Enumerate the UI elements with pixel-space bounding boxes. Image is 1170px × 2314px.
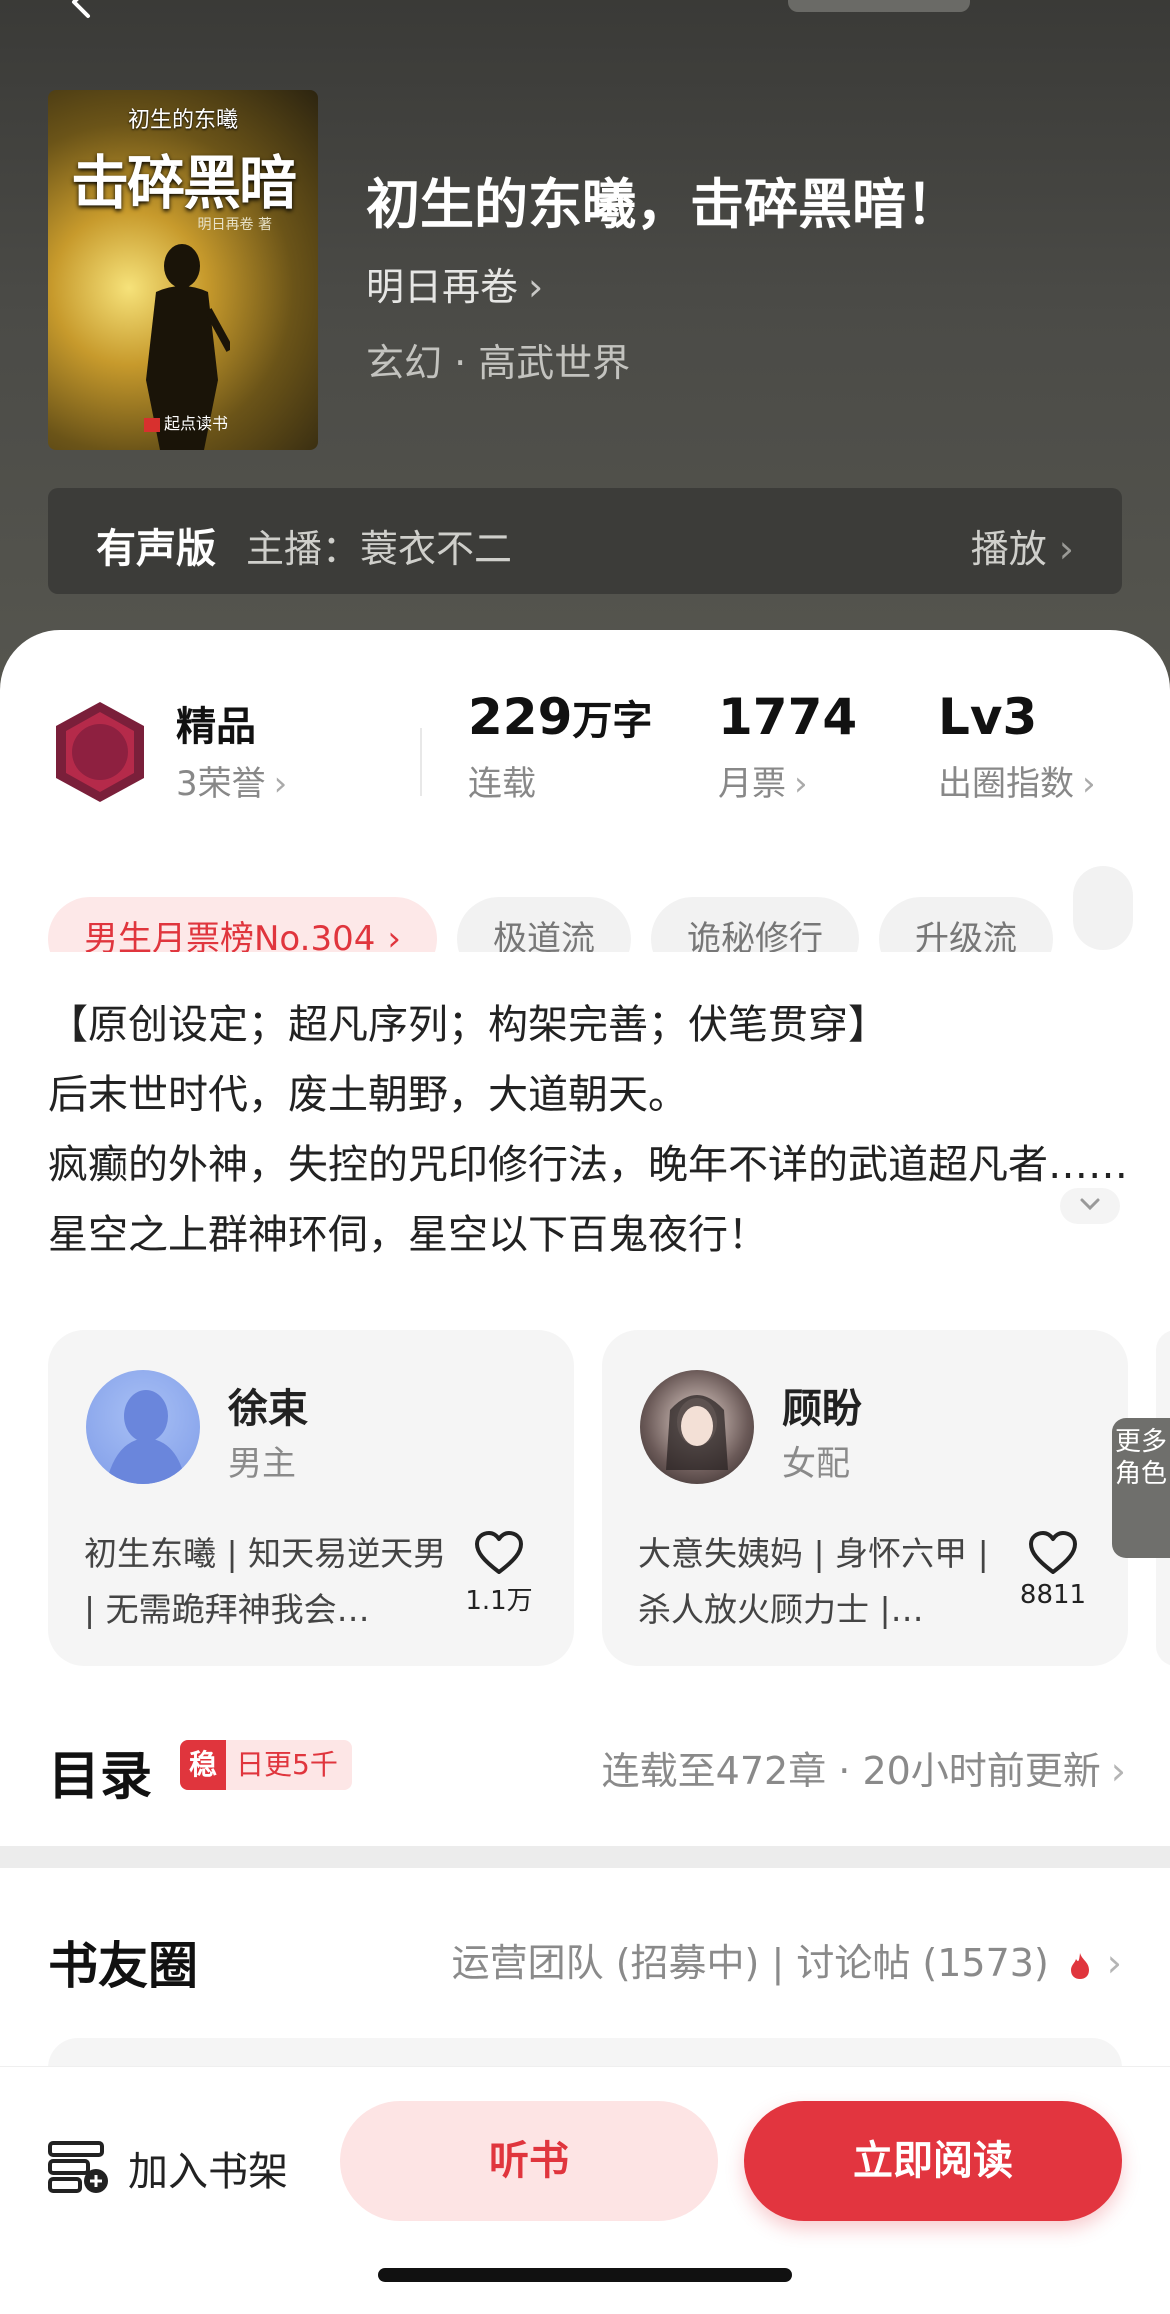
book-genre: 玄幻 · 高武世界 (366, 341, 631, 385)
rank-tag[interactable]: 男生月票榜No.304 › (48, 897, 437, 952)
description-line: 疯癫的外神，失控的咒印修行法，晚年不详的武道超凡者……星空之上群神环伺，星空以下… (48, 1142, 1128, 1258)
quality-title: 精品 (176, 704, 256, 750)
read-now-button[interactable]: 立即阅读 (744, 2101, 1122, 2221)
cover-publisher: 起点读书 (144, 410, 228, 434)
stats-divider (420, 728, 422, 796)
book-header: 初生的东曦 击碎黑暗 明日再卷 著 起点读书 初生的东曦，击碎黑暗！ 明日再卷 ›… (0, 0, 1170, 700)
character-card[interactable]: 徐束 男主 初生东曦 | 知天易逆天男 | 无需跪拜神我会… 1.1万 (48, 1330, 574, 1666)
home-indicator (378, 2268, 792, 2282)
heart-icon (1029, 1531, 1077, 1574)
influence-level: Lv3 (938, 688, 1038, 746)
character-list: 徐束 男主 初生东曦 | 知天易逆天男 | 无需跪拜神我会… 1.1万 顾盼 女… (48, 1330, 1170, 1666)
cover-author: 明日再卷 著 (197, 217, 272, 233)
chevron-right-icon: › (1058, 527, 1074, 571)
author-link[interactable]: 明日再卷 › (366, 256, 543, 311)
tag-item-partial[interactable] (1072, 866, 1133, 950)
publisher-logo-icon (144, 417, 160, 432)
daily-update-badge: 稳日更5千 (180, 1740, 352, 1790)
stable-stamp-icon: 稳 (180, 1740, 226, 1790)
catalog-status-link[interactable]: 连载至472章 · 20小时前更新 › (602, 1740, 1126, 1795)
description-line: 【原创设定；超凡序列；构架完善；伏笔贯穿】 (48, 1002, 888, 1048)
community-title[interactable]: 书友圈 (48, 1926, 198, 1998)
avatar-silhouette-icon (106, 1390, 186, 1484)
fire-icon (1070, 1952, 1089, 1979)
like-button[interactable]: 8811 (1018, 1530, 1088, 1610)
word-count: 229万字 (468, 688, 653, 746)
avatar-portrait-icon (666, 1395, 728, 1470)
character-desc: 大意失姨妈 | 身怀六甲 | 杀人放火顾力士 |… (638, 1534, 989, 1629)
character-role: 男主 (228, 1444, 296, 1484)
character-avatar (640, 1370, 754, 1484)
back-arrow-icon[interactable] (62, 0, 102, 22)
more-roles-button[interactable]: 更多角色 (1112, 1418, 1170, 1558)
audio-play-button[interactable]: 播放 › (971, 518, 1074, 573)
character-name: 顾盼 (782, 1386, 862, 1432)
chevron-right-icon: › (528, 265, 544, 309)
heart-icon (475, 1531, 523, 1574)
audio-host: 主播：蓑衣不二 (246, 527, 513, 571)
character-role: 女配 (782, 1444, 850, 1484)
book-detail-card: 精品 3荣誉 › 229万字 连载 1774 月票 › Lv3 出圈指数 › 男生月票… (0, 630, 1170, 1995)
tag-item[interactable]: 诡秘修行 (650, 897, 859, 952)
stats-row: 精品 3荣誉 › 229万字 连载 1774 月票 › Lv3 出圈指数 › (0, 688, 1170, 810)
honors-link[interactable]: 3荣誉 › (176, 756, 287, 805)
cover-subtitle: 初生的东曦 (127, 108, 238, 133)
tag-row: 男生月票榜No.304 › 极道流 诡秘修行 升级流 (48, 866, 1170, 952)
listen-button[interactable]: 听书 (340, 2101, 718, 2221)
book-title: 初生的东曦，击碎黑暗！ (366, 173, 960, 236)
community-info-link[interactable]: 运营团队 (招募中) | 讨论帖 (1573) › (452, 1932, 1122, 1987)
catalog-title[interactable]: 目录 (48, 1734, 152, 1809)
audio-label: 有声版 (96, 526, 216, 572)
book-cover[interactable]: 初生的东曦 击碎黑暗 明日再卷 著 起点读书 (48, 90, 318, 450)
monthly-ticket-link[interactable]: 月票 › (718, 756, 808, 805)
character-desc: 初生东曦 | 知天易逆天男 | 无需跪拜神我会… (84, 1534, 447, 1629)
chevron-down-icon (1080, 1198, 1100, 1211)
like-count: 8811 (1019, 1580, 1087, 1610)
serial-status: 连载 (468, 764, 536, 804)
like-count: 1.1万 (465, 1586, 533, 1616)
top-action-pill[interactable] (788, 0, 970, 12)
tag-item[interactable]: 升级流 (878, 897, 1053, 952)
like-button[interactable]: 1.1万 (464, 1530, 534, 1617)
influence-link[interactable]: 出圈指数 › (938, 756, 1096, 805)
quality-badge-icon (56, 702, 144, 802)
tag-item[interactable]: 极道流 (456, 897, 631, 952)
section-divider (0, 1846, 1170, 1868)
monthly-ticket-count: 1774 (718, 688, 858, 746)
expand-description-button[interactable] (1060, 1188, 1120, 1224)
book-description[interactable]: 【原创设定；超凡序列；构架完善；伏笔贯穿】 后末世时代，废土朝野，大道朝天。 疯… (48, 990, 1138, 1270)
character-card[interactable]: 顾盼 女配 大意失姨妈 | 身怀六甲 | 杀人放火顾力士 |… 8811 (602, 1330, 1128, 1666)
cover-title: 击碎黑暗 (70, 149, 297, 217)
add-to-shelf-label: 加入书架 (128, 2149, 288, 2195)
author-name: 明日再卷 (366, 265, 519, 309)
character-avatar (86, 1370, 200, 1484)
audio-version-bar[interactable]: 有声版 主播：蓑衣不二 播放 › (48, 488, 1122, 594)
bookshelf-add-icon (48, 2141, 108, 2193)
description-line: 后末世时代，废土朝野，大道朝天。 (48, 1072, 688, 1118)
character-name: 徐束 (228, 1386, 308, 1432)
